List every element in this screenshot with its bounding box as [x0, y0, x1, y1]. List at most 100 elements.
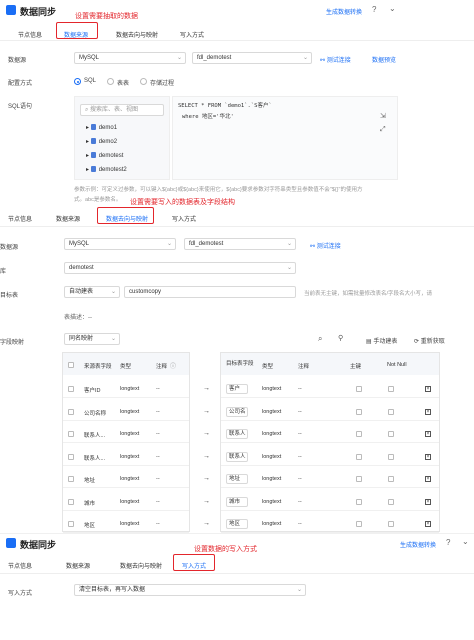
not-null-checkbox[interactable]	[388, 499, 394, 505]
not-null-checkbox[interactable]	[388, 521, 394, 527]
target-table-value: customcopy	[129, 289, 162, 295]
tab-write-mode[interactable]: 写入方式	[180, 30, 204, 39]
target-header-field: 目标表字段	[226, 361, 254, 367]
connection-select[interactable]: fdl_demotest ⌄	[184, 238, 296, 250]
db-label: 库	[0, 269, 7, 275]
primary-key-checkbox[interactable]	[356, 521, 362, 527]
target-mode-select[interactable]: 自动建表 ⌄	[64, 286, 120, 298]
delete-row-icon[interactable]: ×	[425, 454, 431, 460]
table-desc-value: --	[88, 315, 93, 321]
delete-row-icon[interactable]: ×	[425, 499, 431, 505]
datasource-select[interactable]: MySQL ⌄	[74, 52, 186, 64]
tab-mapping[interactable]: 数据去向与映射	[120, 561, 162, 570]
delete-row-icon[interactable]: ×	[425, 431, 431, 437]
app-logo-icon	[6, 538, 16, 548]
generate-transform-link[interactable]: 生成数据转换	[400, 540, 436, 549]
tab-node-info[interactable]: 节点信息	[8, 561, 32, 570]
tab-node-info[interactable]: 节点信息	[18, 30, 42, 39]
test-connection-link[interactable]: ⚯ 测试连接	[310, 241, 341, 250]
not-null-checkbox[interactable]	[388, 409, 394, 415]
target-field-input[interactable]: 联系人	[226, 452, 248, 462]
not-null-checkbox[interactable]	[388, 476, 394, 482]
tree-item-label: demo1	[98, 125, 118, 131]
database-icon	[90, 124, 96, 131]
collapse-icon[interactable]: ⌄	[389, 4, 396, 13]
primary-key-checkbox[interactable]	[356, 499, 362, 505]
not-null-checkbox[interactable]	[388, 454, 394, 460]
mapping-mode-value: 同名映射	[69, 336, 94, 342]
db-select[interactable]: demotest ⌄	[64, 262, 296, 274]
delete-row-icon[interactable]: ×	[425, 409, 431, 415]
radio-table[interactable]	[107, 78, 114, 85]
format-icon[interactable]: ⇲	[380, 112, 386, 120]
connection-value: fdl_demotest	[197, 55, 232, 61]
primary-key-checkbox[interactable]	[356, 409, 362, 415]
target-type: longtext	[262, 431, 282, 437]
manual-create-button[interactable]: ▤ 手动建表	[366, 336, 397, 345]
expand-icon[interactable]: ⤢	[380, 126, 386, 134]
tab-write-mode[interactable]: 写入方式	[172, 214, 196, 223]
tree-item-demo1[interactable]: ▸ demo1	[86, 124, 117, 131]
arrow-right-icon: →	[203, 520, 210, 527]
target-field-input[interactable]: 客户	[226, 384, 248, 394]
mapping-mode-select[interactable]: 同名映射 ⌄	[64, 333, 120, 345]
target-field-input[interactable]: 公司名	[226, 407, 248, 417]
help-icon[interactable]: ?	[372, 5, 376, 14]
row-checkbox[interactable]	[68, 521, 74, 527]
collapse-icon[interactable]: ⌄	[462, 537, 469, 546]
not-null-checkbox[interactable]	[388, 386, 394, 392]
target-hint: 当前表无主键，如需批量修改表名/字段名大小写，请	[304, 291, 433, 297]
source-field: 地区	[84, 523, 96, 529]
radio-sql[interactable]	[74, 78, 81, 85]
connection-select[interactable]: fdl_demotest ⌄	[192, 52, 312, 64]
radio-procedure[interactable]	[140, 78, 147, 85]
delete-row-icon[interactable]: ×	[425, 476, 431, 482]
primary-key-checkbox[interactable]	[356, 476, 362, 482]
select-all-checkbox[interactable]	[68, 362, 74, 368]
row-checkbox[interactable]	[68, 476, 74, 482]
search-icon[interactable]: ⌕	[318, 334, 322, 344]
row-checkbox[interactable]	[68, 431, 74, 437]
generate-transform-link[interactable]: 生成数据转换	[326, 7, 362, 16]
primary-key-checkbox[interactable]	[356, 454, 362, 460]
write-mode-select[interactable]: 清空目标表，再写入数据 ⌄	[74, 584, 306, 596]
primary-key-checkbox[interactable]	[356, 431, 362, 437]
data-preview-link[interactable]: 数据预览	[372, 55, 396, 64]
tree-search-input[interactable]: ⌕ 搜索库、表、视图	[80, 104, 164, 116]
annotation-text: 设置数据的写入方式	[194, 546, 257, 553]
not-null-checkbox[interactable]	[388, 431, 394, 437]
delete-row-icon[interactable]: ×	[425, 521, 431, 527]
target-field-input[interactable]: 地区	[226, 519, 248, 529]
row-checkbox[interactable]	[68, 409, 74, 415]
caret-right-icon: ▸	[86, 139, 91, 145]
row-divider	[221, 487, 439, 488]
tree-item-demo2[interactable]: ▸ demo2	[86, 138, 117, 145]
tab-data-source[interactable]: 数据来源	[66, 561, 90, 570]
target-field-input[interactable]: 地址	[226, 474, 248, 484]
tab-node-info[interactable]: 节点信息	[8, 214, 32, 223]
source-note: --	[156, 476, 160, 482]
caret-right-icon: ▸	[86, 167, 91, 173]
target-field-input[interactable]: 城市	[226, 497, 248, 507]
row-checkbox[interactable]	[68, 454, 74, 460]
refetch-button[interactable]: ⟳ 重新获取	[414, 336, 445, 345]
chevron-down-icon: ⌄	[286, 241, 292, 247]
target-field-input[interactable]: 联系人	[226, 429, 248, 439]
primary-key-checkbox[interactable]	[356, 386, 362, 392]
test-connection-link[interactable]: ⚯ 测试连接	[320, 55, 351, 64]
tree-item-demotest[interactable]: ▸ demotest	[86, 152, 123, 159]
filter-icon[interactable]: ⚲	[338, 334, 343, 342]
tab-data-source[interactable]: 数据来源	[56, 214, 80, 223]
tab-mapping[interactable]: 数据去向与映射	[116, 30, 158, 39]
delete-row-icon[interactable]: ×	[425, 386, 431, 392]
page-title: 数据同步	[20, 7, 57, 17]
target-note: --	[298, 476, 302, 482]
help-icon[interactable]: ?	[446, 538, 450, 547]
datasource-select[interactable]: MySQL ⌄	[64, 238, 176, 250]
annotation-text: 设置需要写入的数据表及字段结构	[130, 199, 235, 206]
target-note: --	[298, 386, 302, 392]
target-table-input[interactable]: customcopy	[124, 286, 296, 298]
tree-item-demotest2[interactable]: ▸ demotest2	[86, 166, 127, 173]
row-checkbox[interactable]	[68, 386, 74, 392]
row-checkbox[interactable]	[68, 499, 74, 505]
